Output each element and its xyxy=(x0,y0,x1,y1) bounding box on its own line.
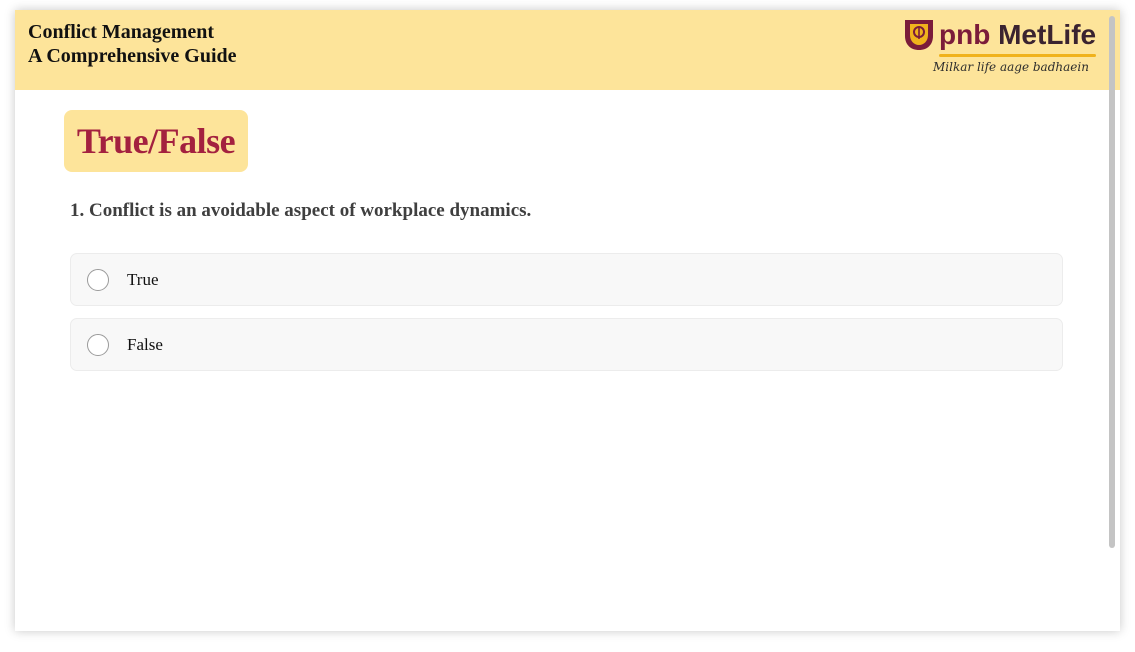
course-title-line2: A Comprehensive Guide xyxy=(28,45,237,67)
logo-tagline: Milkar life aage badhaein xyxy=(933,60,1089,74)
course-title: Conflict Management A Comprehensive Guid… xyxy=(28,20,237,68)
option-label-true: True xyxy=(127,270,159,289)
logo-underline xyxy=(939,54,1096,57)
pnb-metlife-logo-icon xyxy=(905,20,933,50)
option-true[interactable]: True xyxy=(70,253,1063,306)
section-title: True/False xyxy=(76,121,236,161)
logo-wordmark: pnb MetLife xyxy=(939,18,1096,52)
scrollbar-thumb[interactable] xyxy=(1109,16,1115,548)
option-false[interactable]: False xyxy=(70,318,1063,371)
radio-button-true[interactable] xyxy=(87,269,109,291)
logo-wordmark-metlife: MetLife xyxy=(998,19,1097,50)
radio-button-false[interactable] xyxy=(87,334,109,356)
pnb-metlife-logo: pnb MetLife Milkar life aage badhaein xyxy=(901,16,1101,86)
question-text: 1. Conflict is an avoidable aspect of wo… xyxy=(70,200,532,221)
app-window: Conflict Management A Comprehensive Guid… xyxy=(15,10,1120,631)
logo-wordmark-pnb: pnb xyxy=(939,19,991,50)
section-title-badge: True/False xyxy=(64,110,248,172)
page-header: Conflict Management A Comprehensive Guid… xyxy=(15,10,1120,90)
option-label-false: False xyxy=(127,335,163,354)
course-title-line1: Conflict Management xyxy=(28,21,215,43)
